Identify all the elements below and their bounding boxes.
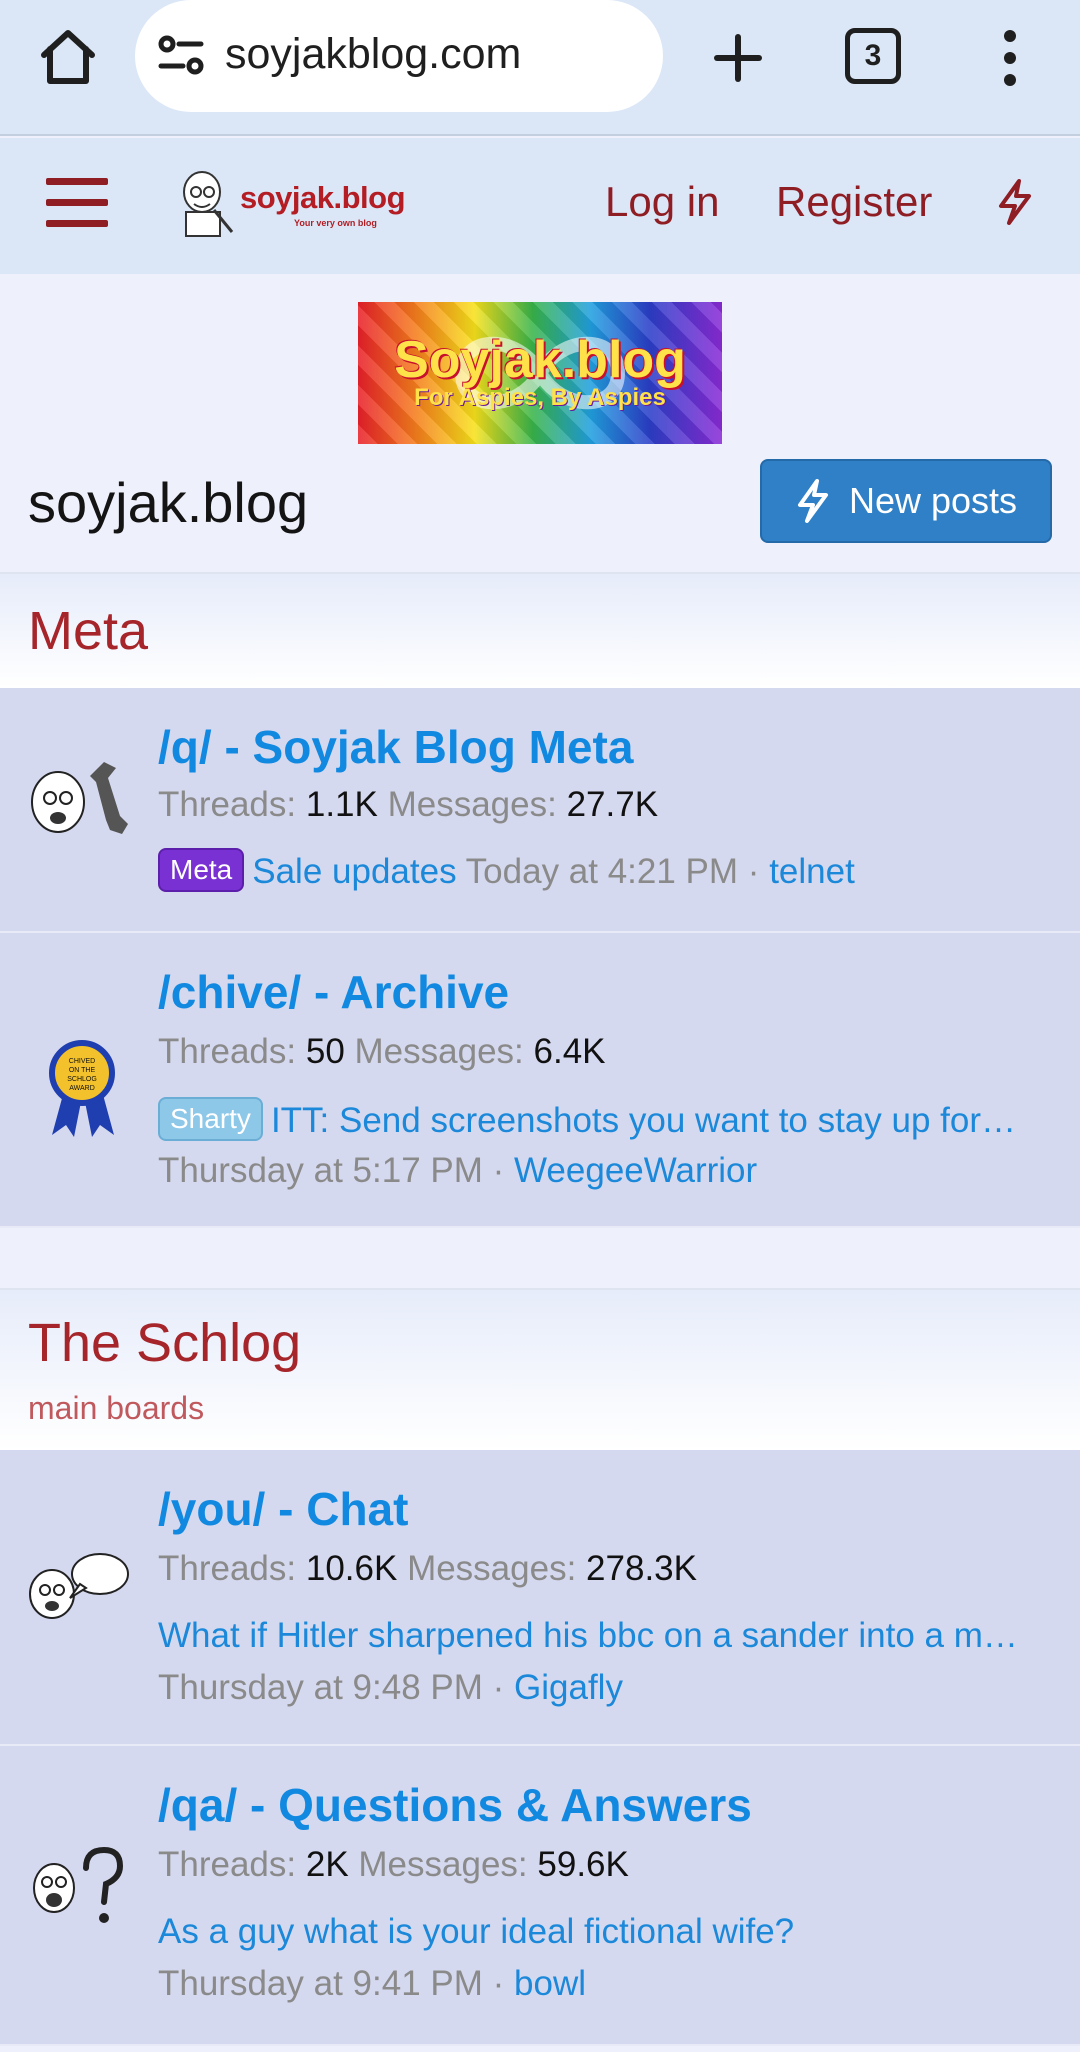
node-stats: Threads: 1.1K Messages: 27.7K: [158, 785, 659, 824]
banner-title: Soyjak.blog: [394, 331, 686, 389]
page-title: soyjak.blog: [28, 471, 309, 534]
latest-post: Meta Sale updates Today at 4:21 PM · teln…: [158, 848, 855, 892]
tab-switcher-button[interactable]: 3: [845, 28, 901, 84]
node-title[interactable]: /qa/ - Questions & Answers: [158, 1778, 752, 1832]
svg-text:CHIVED: CHIVED: [69, 1058, 95, 1065]
soyjak-logo-icon: [183, 171, 234, 237]
latest-meta: Thursday at 9:48 PM · Gigafly: [158, 1668, 623, 1707]
speech-soyjak-icon: [24, 1536, 134, 1646]
more-options-icon[interactable]: [988, 28, 1032, 88]
whats-new-icon[interactable]: [995, 178, 1035, 226]
svg-text:AWARD: AWARD: [69, 1085, 95, 1092]
latest-time[interactable]: Thursday at 9:48 PM: [158, 1668, 483, 1707]
node-title[interactable]: /you/ - Chat: [158, 1482, 408, 1536]
latest-thread-link[interactable]: ITT: Send screenshots you want to stay u…: [271, 1101, 1016, 1140]
category-description: main boards: [28, 1390, 205, 1426]
prefix-badge[interactable]: Meta: [158, 848, 245, 892]
bolt-icon: [797, 479, 828, 523]
category-header-schlog[interactable]: The Schlog main boards: [0, 1288, 1080, 1450]
node-title[interactable]: /chive/ - Archive: [158, 965, 509, 1019]
login-link[interactable]: Log in: [605, 178, 719, 226]
latest-user-link[interactable]: bowl: [514, 1964, 586, 2003]
node-stats: Threads: 2K Messages: 59.6K: [158, 1845, 629, 1884]
latest-thread-link[interactable]: Sale updates: [252, 852, 456, 891]
latest-time[interactable]: Thursday at 9:41 PM: [158, 1964, 483, 2003]
new-tab-icon[interactable]: [700, 20, 776, 96]
question-soyjak-icon: [24, 1832, 134, 1942]
site-logo[interactable]: soyjak.blog Your very own blog: [176, 166, 426, 240]
tab-count: 3: [864, 39, 882, 72]
latest-post: As a guy what is your ideal fictional wi…: [158, 1912, 794, 1952]
latest-thread-link[interactable]: As a guy what is your ideal fictional wi…: [158, 1912, 794, 1951]
category-header-meta[interactable]: Meta: [0, 572, 1080, 688]
latest-thread-link[interactable]: What if Hitler sharpened his bbc on a sa…: [158, 1616, 1018, 1655]
forum-node-chive[interactable]: CHIVED ON THE SCHLOG AWARD /chive/ - Arc…: [0, 933, 1080, 1228]
address-bar[interactable]: soyjakblog.com: [135, 0, 663, 112]
wrench-soyjak-icon: [24, 750, 134, 860]
site-banner: Soyjak.blog For Aspies, By Aspies: [358, 302, 722, 444]
new-posts-label: New posts: [848, 480, 1018, 521]
node-stats: Threads: 50 Messages: 6.4K: [158, 1032, 606, 1071]
logo-tagline: Your very own blog: [294, 218, 377, 228]
home-icon[interactable]: [30, 22, 106, 92]
url-text: soyjakblog.com: [225, 30, 522, 78]
menu-icon[interactable]: [46, 178, 108, 228]
forum-node-qa[interactable]: /qa/ - Questions & Answers Threads: 2K M…: [0, 1746, 1080, 2046]
prefix-badge[interactable]: Sharty: [158, 1097, 263, 1141]
logo-text: soyjak.blog: [240, 180, 406, 215]
site-settings-icon[interactable]: [155, 30, 209, 82]
register-link[interactable]: Register: [776, 178, 932, 226]
latest-time[interactable]: Today at 4:21 PM: [466, 852, 738, 891]
latest-user-link[interactable]: Gigafly: [514, 1668, 623, 1707]
latest-meta: Thursday at 9:41 PM · bowl: [158, 1964, 586, 2003]
latest-user-link[interactable]: telnet: [769, 852, 855, 891]
forum-node-you[interactable]: /you/ - Chat Threads: 10.6K Messages: 27…: [0, 1450, 1080, 1746]
category-title: Meta: [28, 601, 149, 661]
browser-toolbar: soyjakblog.com 3: [0, 0, 1080, 136]
latest-meta: Thursday at 5:17 PM · WeegeeWarrior: [158, 1151, 758, 1190]
latest-post: What if Hitler sharpened his bbc on a sa…: [158, 1616, 1018, 1656]
latest-time[interactable]: Thursday at 5:17 PM: [158, 1151, 483, 1190]
svg-text:SCHLOG: SCHLOG: [67, 1076, 97, 1083]
category-title: The Schlog: [28, 1313, 302, 1373]
award-ribbon-icon: CHIVED ON THE SCHLOG AWARD: [24, 1031, 134, 1141]
forum-node-q[interactable]: /q/ - Soyjak Blog Meta Threads: 1.1K Mes…: [0, 688, 1080, 933]
new-posts-button[interactable]: New posts: [760, 459, 1052, 543]
latest-post: Sharty ITT: Send screenshots you want to …: [158, 1097, 1016, 1141]
node-title[interactable]: /q/ - Soyjak Blog Meta: [158, 720, 633, 774]
latest-user-link[interactable]: WeegeeWarrior: [514, 1151, 757, 1190]
node-stats: Threads: 10.6K Messages: 278.3K: [158, 1549, 697, 1588]
svg-text:ON THE: ON THE: [69, 1067, 96, 1074]
banner-subtitle: For Aspies, By Aspies: [414, 384, 666, 411]
